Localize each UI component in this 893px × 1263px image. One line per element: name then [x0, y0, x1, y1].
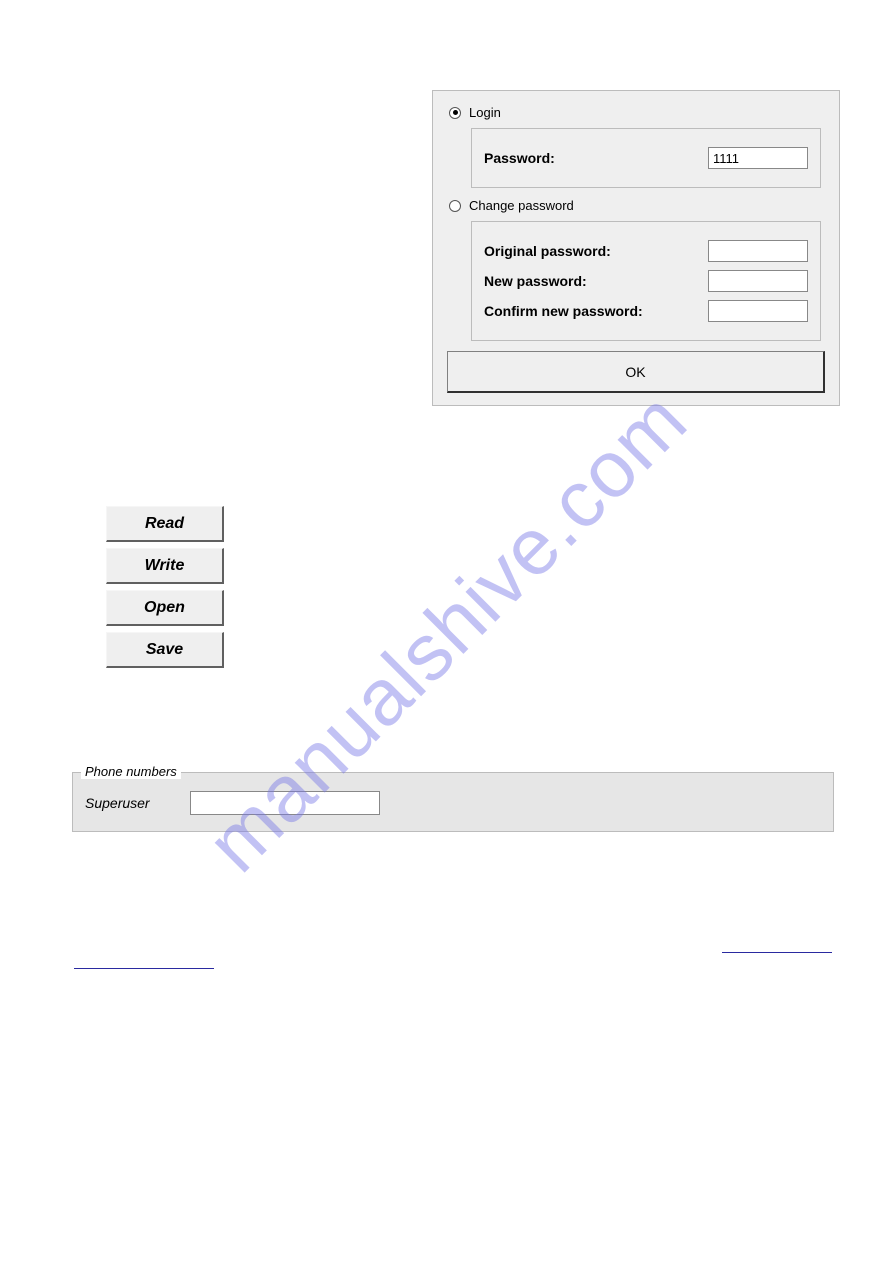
write-button[interactable]: Write: [106, 548, 224, 584]
radio-change-dot[interactable]: [449, 200, 461, 212]
password-row: Password:: [484, 147, 808, 169]
change-password-box: Original password: New password: Confirm…: [471, 221, 821, 341]
phone-inner-row: Superuser: [73, 773, 833, 815]
new-password-label: New password:: [484, 273, 587, 289]
superuser-input[interactable]: [190, 791, 380, 815]
confirm-password-label: Confirm new password:: [484, 303, 643, 319]
password-label: Password:: [484, 150, 555, 166]
new-password-input[interactable]: [708, 270, 808, 292]
link-underline-left[interactable]: [74, 968, 214, 969]
original-password-label: Original password:: [484, 243, 611, 259]
phone-numbers-group: Phone numbers Superuser: [72, 772, 834, 832]
radio-change-row[interactable]: Change password: [449, 198, 829, 213]
open-button[interactable]: Open: [106, 590, 224, 626]
phone-numbers-legend: Phone numbers: [81, 764, 181, 779]
login-dialog: Login Password: Change password Original…: [432, 90, 840, 406]
ok-button[interactable]: OK: [447, 351, 825, 393]
radio-change-label: Change password: [469, 198, 574, 213]
confirm-password-row: Confirm new password:: [484, 300, 808, 322]
button-stack: Read Write Open Save: [106, 506, 224, 668]
original-password-row: Original password:: [484, 240, 808, 262]
superuser-label: Superuser: [85, 795, 150, 811]
link-underline-right[interactable]: [722, 952, 832, 953]
radio-login-dot[interactable]: [449, 107, 461, 119]
read-button[interactable]: Read: [106, 506, 224, 542]
original-password-input[interactable]: [708, 240, 808, 262]
new-password-row: New password:: [484, 270, 808, 292]
radio-login-row[interactable]: Login: [449, 105, 829, 120]
login-box: Password:: [471, 128, 821, 188]
radio-login-label: Login: [469, 105, 501, 120]
confirm-password-input[interactable]: [708, 300, 808, 322]
password-input[interactable]: [708, 147, 808, 169]
save-button[interactable]: Save: [106, 632, 224, 668]
